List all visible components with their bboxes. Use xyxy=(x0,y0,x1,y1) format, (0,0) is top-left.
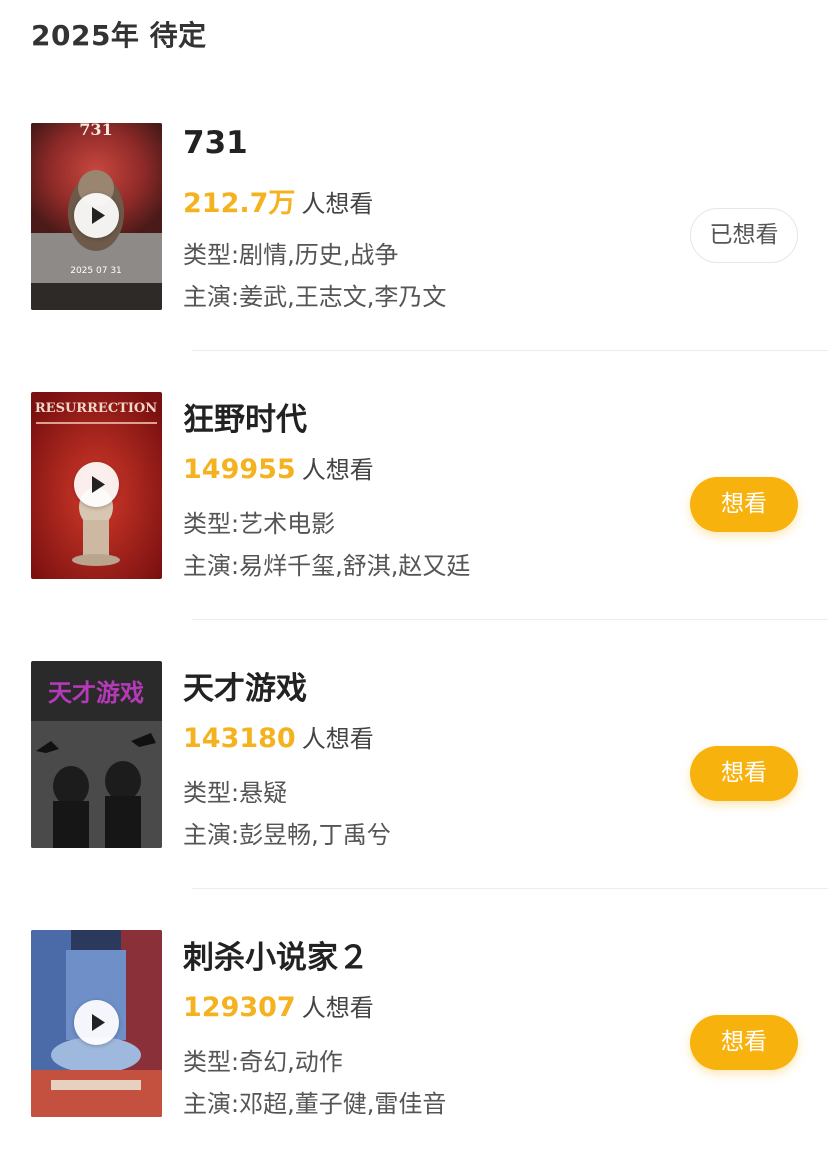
movie-title[interactable]: 狂野时代 xyxy=(183,394,307,439)
movie-cast: 主演:易烊千玺,舒淇,赵又廷 xyxy=(183,552,471,580)
play-button[interactable] xyxy=(74,462,119,507)
wish-line: 129307 人想看 xyxy=(183,988,374,1023)
wish-suffix: 人想看 xyxy=(301,725,374,753)
wish-suffix: 人想看 xyxy=(301,190,374,218)
movie-genre: 类型:剧情,历史,战争 xyxy=(183,241,399,269)
movie-title[interactable]: 刺杀小说家２ xyxy=(183,932,369,977)
play-icon xyxy=(92,476,105,493)
wish-line: 149955 人想看 xyxy=(183,450,374,485)
svg-text:天才游戏: 天才游戏 xyxy=(48,678,144,707)
svg-text:2025 07 31: 2025 07 31 xyxy=(70,266,122,276)
movie-poster[interactable] xyxy=(31,930,162,1117)
wish-suffix: 人想看 xyxy=(301,994,374,1022)
movie-poster[interactable]: 天才游戏 xyxy=(31,661,162,848)
movie-genre: 类型:艺术电影 xyxy=(183,510,336,538)
wish-count: 143180 xyxy=(183,723,296,754)
movie-title[interactable]: 731 xyxy=(183,125,248,161)
want-to-watch-button[interactable]: 想看 xyxy=(690,477,798,532)
wish-count: 212.7万 xyxy=(183,188,296,219)
wish-suffix: 人想看 xyxy=(301,456,374,484)
movie-genre: 类型:悬疑 xyxy=(183,779,288,807)
movie-cast: 主演:邓超,董子健,雷佳音 xyxy=(183,1090,447,1118)
movie-item[interactable]: 731 2025 07 31 731 212.7万 人想看 类型:剧情,历史,战争… xyxy=(0,123,828,363)
section-title: 2025年 待定 xyxy=(31,19,207,52)
movie-poster[interactable]: RESURRECTION xyxy=(31,392,162,579)
movie-poster[interactable]: 731 2025 07 31 xyxy=(31,123,162,310)
movie-cast: 主演:彭昱畅,丁禹兮 xyxy=(183,821,391,849)
wish-count: 129307 xyxy=(183,992,296,1023)
svg-text:731: 731 xyxy=(79,123,112,139)
play-button[interactable] xyxy=(74,1000,119,1045)
movie-genre: 类型:奇幻,动作 xyxy=(183,1048,343,1076)
divider xyxy=(192,619,828,620)
want-to-watch-button[interactable]: 想看 xyxy=(690,746,798,801)
wish-count: 149955 xyxy=(183,454,296,485)
movie-item[interactable]: 天才游戏 天才游戏 143180 人想看 类型:悬疑 主演:彭昱畅,丁禹兮 想看 xyxy=(0,661,828,901)
movie-cast: 主演:姜武,王志文,李乃文 xyxy=(183,283,447,311)
want-to-watch-button[interactable]: 想看 xyxy=(690,1015,798,1070)
poster-image: 天才游戏 xyxy=(31,661,162,848)
play-button[interactable] xyxy=(74,193,119,238)
want-to-watch-button[interactable]: 已想看 xyxy=(690,208,798,263)
wish-line: 212.7万 人想看 xyxy=(183,181,373,220)
wish-line: 143180 人想看 xyxy=(183,719,374,754)
movie-item[interactable]: 刺杀小说家２ 129307 人想看 类型:奇幻,动作 主演:邓超,董子健,雷佳音 … xyxy=(0,930,828,1170)
movie-title[interactable]: 天才游戏 xyxy=(183,663,307,708)
play-icon xyxy=(92,207,105,224)
svg-text:RESURRECTION: RESURRECTION xyxy=(35,401,157,416)
play-icon xyxy=(92,1014,105,1031)
divider xyxy=(192,350,828,351)
movie-item[interactable]: RESURRECTION 狂野时代 149955 人想看 类型:艺术电影 主演:易… xyxy=(0,392,828,632)
divider xyxy=(192,888,828,889)
